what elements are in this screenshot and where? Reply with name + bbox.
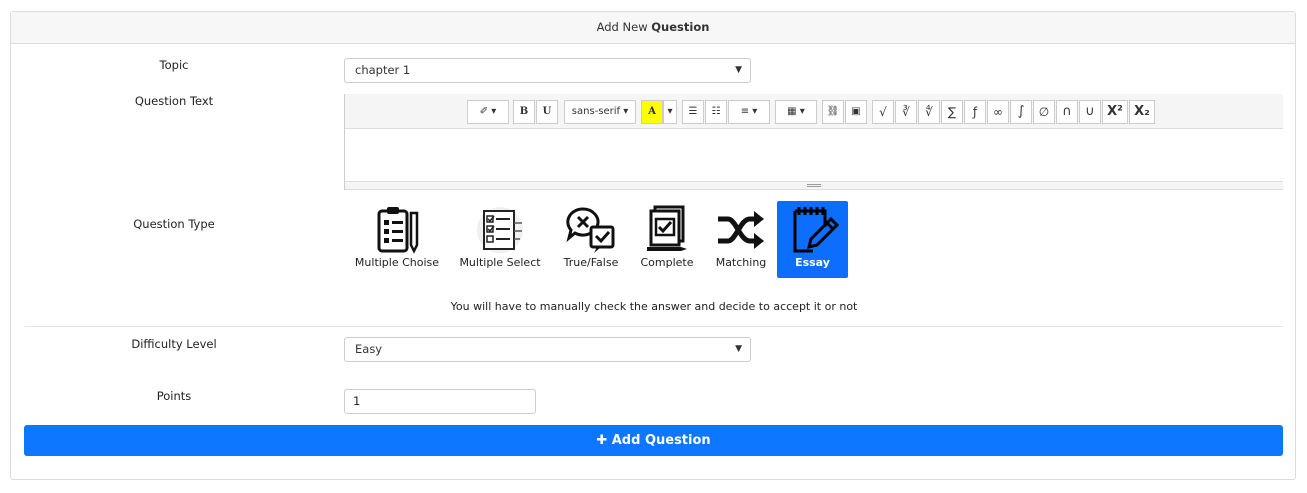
qtype-essay[interactable]: Essay bbox=[777, 201, 848, 278]
topic-value: chapter 1 bbox=[355, 63, 411, 77]
qtype-label: Complete bbox=[640, 256, 694, 269]
plus-icon: ✚ bbox=[596, 433, 608, 448]
section-divider bbox=[25, 326, 1283, 327]
empty-set-button[interactable]: ∅ bbox=[1033, 100, 1055, 124]
question-type-label: Question Type bbox=[133, 217, 215, 231]
qtype-multiple-choice[interactable]: Multiple Choise bbox=[351, 201, 443, 278]
topic-label: Topic bbox=[159, 58, 189, 72]
add-question-label: Add Question bbox=[611, 433, 711, 448]
magic-style-button[interactable]: ✐ ▾ bbox=[467, 100, 509, 124]
document-check-icon bbox=[647, 205, 687, 251]
image-button[interactable]: ▣ bbox=[845, 100, 867, 124]
chevron-down-icon: ▼ bbox=[735, 65, 742, 75]
qtype-complete[interactable]: Complete bbox=[635, 201, 699, 278]
points-label: Points bbox=[156, 389, 192, 403]
sum-button[interactable]: ∑ bbox=[941, 100, 963, 124]
question-type-hint: You will have to manually check the answ… bbox=[450, 300, 858, 313]
ordered-list-button[interactable]: ☷ bbox=[705, 100, 727, 124]
subscript-button[interactable]: X₂ bbox=[1129, 100, 1155, 124]
add-question-button[interactable]: ✚ Add Question bbox=[24, 425, 1283, 456]
add-question-card: Add New Question Topic chapter 1 ▼ Quest… bbox=[10, 11, 1296, 480]
qtype-true-false[interactable]: True/False bbox=[557, 201, 625, 278]
unordered-list-button[interactable]: ☰ bbox=[682, 100, 704, 124]
underline-button[interactable]: U bbox=[536, 100, 558, 124]
font-family-button[interactable]: sans-serif ▾ bbox=[564, 100, 636, 124]
difficulty-label: Difficulty Level bbox=[131, 337, 217, 351]
qtype-label: Multiple Choise bbox=[354, 256, 440, 269]
question-text-label: Question Text bbox=[134, 94, 214, 108]
header-prefix: Add New bbox=[596, 20, 648, 34]
qtype-label: Matching bbox=[715, 256, 767, 269]
card-header: Add New Question bbox=[11, 12, 1295, 44]
union-button[interactable]: ∪ bbox=[1079, 100, 1101, 124]
sqrt-button[interactable]: √ bbox=[872, 100, 894, 124]
infinity-button[interactable]: ∞ bbox=[987, 100, 1009, 124]
qtype-matching[interactable]: Matching bbox=[709, 201, 773, 278]
cube-root-button[interactable]: ∛ bbox=[895, 100, 917, 124]
integral-button[interactable]: ∫ bbox=[1010, 100, 1032, 124]
editor-toolbar: ✐ ▾ B U sans-serif ▾ A ▾ ☰ ☷ ≡ ▾ ▦ ▾ ⛓ ▣… bbox=[345, 94, 1283, 129]
table-button[interactable]: ▦ ▾ bbox=[775, 100, 817, 124]
question-text-editable[interactable] bbox=[345, 129, 1283, 182]
header-title: Question bbox=[651, 20, 710, 34]
rich-text-editor: ✐ ▾ B U sans-serif ▾ A ▾ ☰ ☷ ≡ ▾ ▦ ▾ ⛓ ▣… bbox=[344, 94, 1283, 190]
bold-button[interactable]: B bbox=[513, 100, 535, 124]
chevron-down-icon: ▼ bbox=[735, 344, 742, 354]
intersection-button[interactable]: ∩ bbox=[1056, 100, 1078, 124]
chat-bubbles-icon bbox=[566, 207, 615, 253]
points-input[interactable]: 1 bbox=[344, 389, 536, 414]
grip-icon bbox=[807, 184, 821, 187]
difficulty-value: Easy bbox=[355, 342, 383, 356]
topic-select[interactable]: chapter 1 ▼ bbox=[344, 58, 751, 83]
difficulty-select[interactable]: Easy ▼ bbox=[344, 337, 751, 362]
checklist-icon bbox=[477, 207, 523, 253]
qtype-multiple-select[interactable]: Multiple Select bbox=[456, 201, 544, 278]
qtype-label: Multiple Select bbox=[459, 256, 541, 269]
text-color-button[interactable]: A bbox=[641, 100, 663, 124]
clipboard-list-icon bbox=[377, 207, 419, 254]
paragraph-align-button[interactable]: ≡ ▾ bbox=[728, 100, 770, 124]
text-color-dropdown[interactable]: ▾ bbox=[663, 100, 677, 124]
link-button[interactable]: ⛓ bbox=[822, 100, 844, 124]
qtype-label: Essay bbox=[795, 256, 830, 269]
notepad-pencil-icon bbox=[793, 207, 839, 253]
shuffle-icon bbox=[718, 211, 764, 249]
qtype-label: True/False bbox=[563, 256, 619, 269]
superscript-button[interactable]: X² bbox=[1102, 100, 1128, 124]
editor-resize-handle[interactable] bbox=[345, 182, 1283, 190]
fourth-root-button[interactable]: ∜ bbox=[918, 100, 940, 124]
function-button[interactable]: ƒ bbox=[964, 100, 986, 124]
